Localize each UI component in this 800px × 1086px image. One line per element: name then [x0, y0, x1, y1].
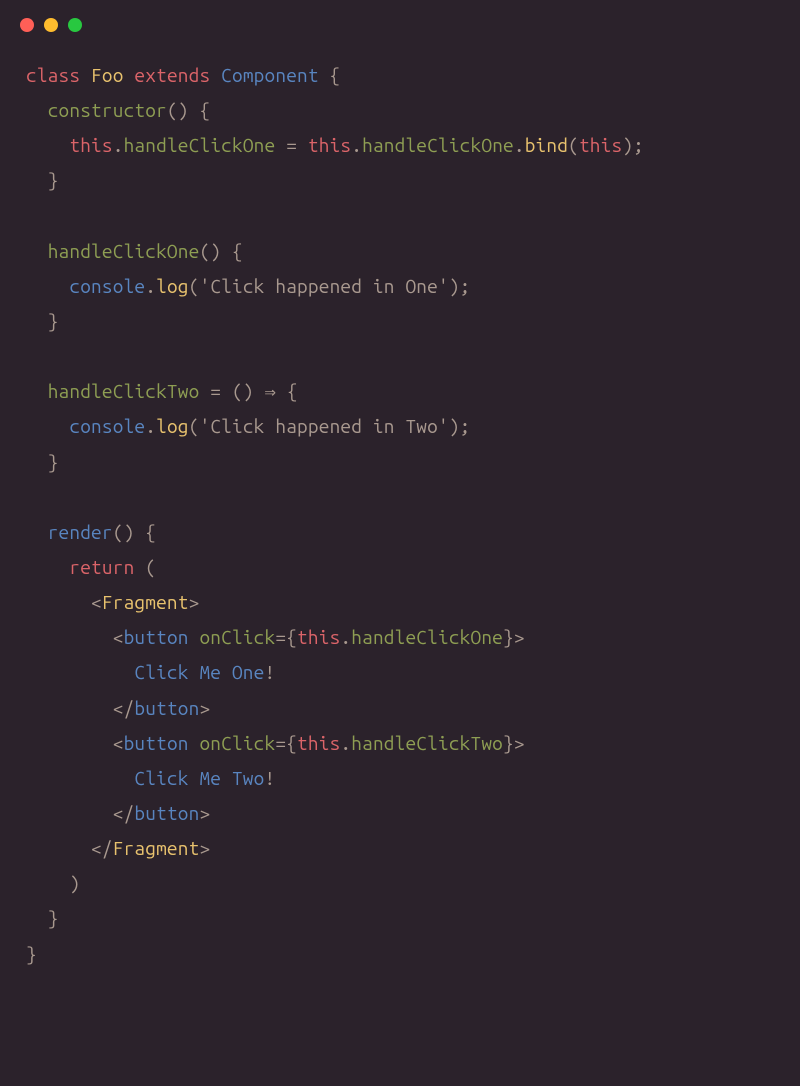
titlebar	[0, 0, 800, 40]
angle-close: >	[514, 626, 525, 648]
brace: {	[286, 626, 297, 648]
angle-close-open: </	[113, 697, 135, 719]
dot: .	[113, 134, 124, 156]
angle-close: >	[189, 591, 200, 613]
angle-close-open: </	[91, 837, 113, 859]
method-bind: bind	[525, 134, 568, 156]
prop-handleclicktwo: handleClickTwo	[48, 380, 200, 402]
angle-open: <	[113, 732, 124, 754]
method-log: log	[156, 415, 189, 437]
angle-open: <	[91, 591, 102, 613]
jsx-text: Click Me One	[134, 661, 264, 683]
jsx-button: button	[134, 697, 199, 719]
brace-close: }	[48, 310, 59, 332]
arrow: ⇒	[265, 380, 277, 402]
jsx-fragment: Fragment	[102, 591, 189, 613]
maximize-icon[interactable]	[68, 18, 82, 32]
class-component: Component	[221, 64, 319, 86]
brace: }	[503, 626, 514, 648]
method-log: log	[156, 275, 189, 297]
angle-close-open: </	[113, 802, 135, 824]
keyword-this: this	[297, 732, 340, 754]
jsx-fragment: Fragment	[113, 837, 200, 859]
paren: (	[568, 134, 579, 156]
paren: (	[189, 415, 200, 437]
string-literal: 'Click happened in One'	[199, 275, 448, 297]
code-editor[interactable]: class Foo extends Component { constructo…	[0, 40, 800, 990]
prop-handleclickone: handleClickOne	[362, 134, 514, 156]
keyword-class: class	[26, 64, 80, 86]
keyword-this: this	[579, 134, 622, 156]
parens: () {	[113, 521, 156, 543]
keyword-this: this	[308, 134, 351, 156]
brace: {	[319, 64, 341, 86]
dot: .	[351, 134, 362, 156]
angle-close: >	[199, 802, 210, 824]
brace-close: }	[48, 169, 59, 191]
exclaim: !	[265, 661, 276, 683]
brace: }	[503, 732, 514, 754]
attr-onclick: onClick	[199, 626, 275, 648]
parens: () {	[199, 240, 242, 262]
angle-close: >	[199, 697, 210, 719]
brace-close: }	[26, 943, 37, 965]
equals-parens: = ()	[199, 380, 264, 402]
prop-handleclicktwo: handleClickTwo	[351, 732, 503, 754]
brace-close: }	[48, 451, 59, 473]
paren: (	[189, 275, 200, 297]
paren: (	[134, 556, 156, 578]
code-window: class Foo extends Component { constructo…	[0, 0, 800, 1086]
brace: {	[286, 732, 297, 754]
space	[189, 732, 200, 754]
angle-close: >	[514, 732, 525, 754]
equals: =	[275, 134, 308, 156]
method-constructor: constructor	[48, 99, 167, 121]
keyword-this: this	[69, 134, 112, 156]
paren-close: )	[69, 872, 80, 894]
jsx-button: button	[124, 732, 189, 754]
class-name: Foo	[91, 64, 124, 86]
prop-handleclickone: handleClickOne	[124, 134, 276, 156]
keyword-extends: extends	[134, 64, 210, 86]
jsx-button: button	[134, 802, 199, 824]
parens: () {	[167, 99, 210, 121]
equals: =	[275, 626, 286, 648]
paren-semi: );	[622, 134, 644, 156]
minimize-icon[interactable]	[44, 18, 58, 32]
attr-onclick: onClick	[199, 732, 275, 754]
dot: .	[340, 626, 351, 648]
console: console	[69, 275, 145, 297]
brace: {	[276, 380, 298, 402]
dot: .	[145, 415, 156, 437]
jsx-text: Click Me Two	[134, 767, 264, 789]
close-icon[interactable]	[20, 18, 34, 32]
paren-semi: );	[449, 275, 471, 297]
console: console	[69, 415, 145, 437]
method-handleclickone: handleClickOne	[48, 240, 200, 262]
exclaim: !	[265, 767, 276, 789]
paren-semi: );	[449, 415, 471, 437]
dot: .	[145, 275, 156, 297]
keyword-this: this	[297, 626, 340, 648]
angle-open: <	[113, 626, 124, 648]
dot: .	[514, 134, 525, 156]
dot: .	[340, 732, 351, 754]
prop-handleclickone: handleClickOne	[351, 626, 503, 648]
method-render: render	[48, 521, 113, 543]
angle-close: >	[199, 837, 210, 859]
jsx-button: button	[124, 626, 189, 648]
equals: =	[275, 732, 286, 754]
space	[189, 626, 200, 648]
keyword-return: return	[69, 556, 134, 578]
brace-close: }	[48, 907, 59, 929]
string-literal: 'Click happened in Two'	[199, 415, 448, 437]
